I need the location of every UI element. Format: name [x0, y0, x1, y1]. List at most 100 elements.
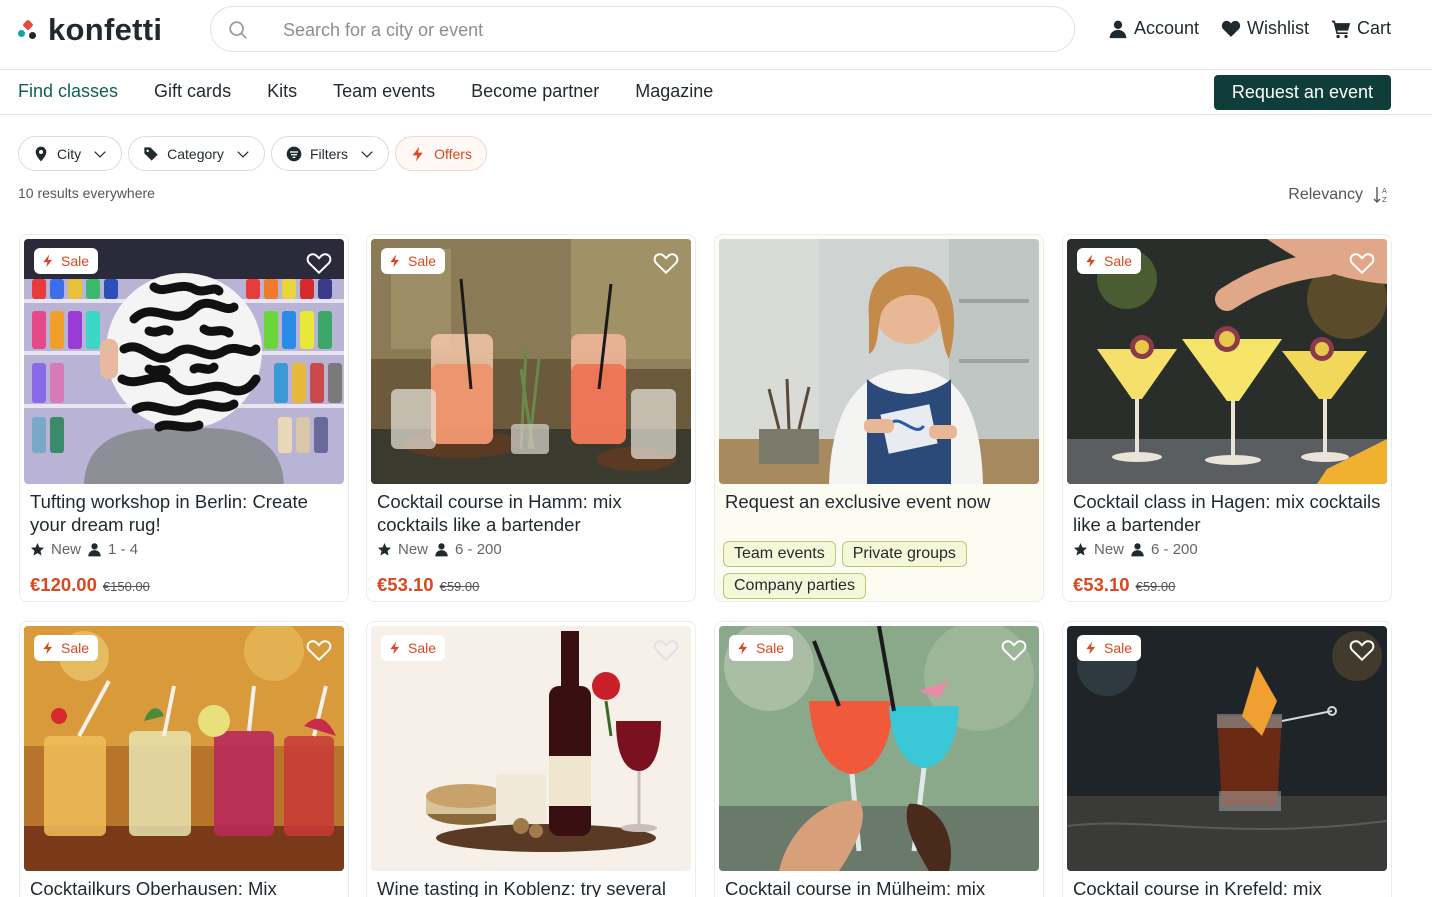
- logo-mark-icon: [18, 18, 40, 42]
- more-filters[interactable]: Filters: [270, 136, 390, 171]
- category-filter[interactable]: Category: [128, 136, 265, 171]
- nav-gift-cards[interactable]: Gift cards: [154, 81, 231, 102]
- nav-links: Find classes Gift cards Kits Team events…: [18, 81, 713, 102]
- search-input[interactable]: [283, 15, 1043, 45]
- tag-company-parties[interactable]: Company parties: [723, 573, 866, 599]
- wishlist-label: Wishlist: [1246, 18, 1309, 38]
- event-meta: New 6 - 200: [1073, 541, 1198, 558]
- lightning-icon: [43, 254, 53, 268]
- event-title: Cocktail course in Mülheim: mix: [725, 878, 986, 897]
- top-actions: Account Wishlist Cart: [1108, 18, 1391, 39]
- event-image: [719, 239, 1039, 484]
- request-event-button[interactable]: Request an event: [1213, 75, 1391, 110]
- event-title: Cocktail course in Krefeld: mix: [1073, 878, 1322, 897]
- favorite-heart-icon[interactable]: [1001, 638, 1027, 662]
- current-price: €120.00: [30, 574, 97, 595]
- sale-badge: Sale: [729, 635, 794, 661]
- cart-label: Cart: [1356, 18, 1391, 38]
- sale-badge-label: Sale: [1104, 253, 1133, 269]
- lightning-icon: [412, 146, 423, 161]
- new-label: New: [1094, 541, 1125, 558]
- sale-badge: Sale: [34, 635, 99, 661]
- request-title: Request an exclusive event now: [725, 491, 991, 512]
- group-size: 6 - 200: [1151, 541, 1198, 558]
- brand-logo[interactable]: konfetti: [18, 12, 162, 48]
- event-image: Sale: [719, 626, 1039, 871]
- sale-badge: Sale: [381, 248, 446, 274]
- original-price: €59.00: [439, 579, 480, 594]
- sale-badge: Sale: [1077, 248, 1142, 274]
- chevron-down-icon: [94, 150, 106, 158]
- lightning-icon: [1086, 254, 1096, 268]
- location-pin-icon: [35, 146, 47, 161]
- event-meta: New 6 - 200: [377, 541, 502, 558]
- main-nav: Find classes Gift cards Kits Team events…: [0, 70, 1432, 115]
- event-card[interactable]: Sale Cocktail class in Hagen: mix cockta…: [1062, 234, 1392, 602]
- event-card[interactable]: Sale Cocktail course in Krefeld: mix: [1062, 621, 1392, 897]
- sort-dropdown[interactable]: Relevancy AZ: [1288, 186, 1389, 204]
- current-price: €53.10: [377, 574, 434, 595]
- event-title: Cocktailkurs Oberhausen: Mix: [30, 878, 277, 897]
- star-icon: [377, 542, 392, 556]
- nav-become-partner[interactable]: Become partner: [471, 81, 599, 102]
- wishlist-button[interactable]: Wishlist: [1221, 18, 1309, 39]
- event-card[interactable]: Sale Wine tasting in Koblenz: try severa…: [366, 621, 696, 897]
- request-event-card[interactable]: Request an exclusive event now Team even…: [714, 234, 1044, 602]
- sale-badge-label: Sale: [408, 253, 437, 269]
- event-price: €120.00 €150.00: [30, 574, 150, 596]
- offers-filter[interactable]: Offers: [395, 136, 487, 171]
- city-filter[interactable]: City: [18, 136, 123, 171]
- nav-magazine[interactable]: Magazine: [635, 81, 713, 102]
- event-image: Sale: [1067, 239, 1387, 484]
- cart-button[interactable]: Cart: [1331, 18, 1391, 39]
- sale-badge: Sale: [34, 248, 99, 274]
- event-image: Sale: [24, 626, 344, 871]
- favorite-heart-icon[interactable]: [1349, 251, 1375, 275]
- new-label: New: [398, 541, 429, 558]
- favorite-heart-icon[interactable]: [306, 638, 332, 662]
- original-price: €150.00: [102, 579, 150, 594]
- brand-name: konfetti: [48, 12, 163, 47]
- filters-label: Filters: [309, 145, 349, 162]
- favorite-heart-icon[interactable]: [1349, 638, 1375, 662]
- lightning-icon: [390, 641, 400, 655]
- group-size: 6 - 200: [455, 541, 502, 558]
- event-card[interactable]: Sale Cocktail course in Mülheim: mix: [714, 621, 1044, 897]
- event-card[interactable]: Sale Cocktail course in Hamm: mix cockta…: [366, 234, 696, 602]
- event-card[interactable]: Sale Tufting workshop in Berlin: Create …: [19, 234, 349, 602]
- star-icon: [1073, 542, 1088, 556]
- sale-badge-label: Sale: [408, 640, 437, 656]
- search-icon: [229, 21, 247, 39]
- original-price: €59.00: [1135, 579, 1176, 594]
- group-size: 1 - 4: [108, 541, 139, 558]
- user-icon: [435, 543, 448, 557]
- tag-team-events[interactable]: Team events: [723, 541, 836, 567]
- new-label: New: [51, 541, 82, 558]
- lightning-icon: [43, 641, 53, 655]
- favorite-heart-icon[interactable]: [306, 251, 332, 275]
- event-image: Sale: [371, 626, 691, 871]
- city-filter-label: City: [57, 145, 82, 162]
- search-bar[interactable]: [210, 6, 1075, 52]
- user-icon: [1131, 543, 1144, 557]
- results-count: 10 results everywhere: [18, 185, 155, 201]
- event-card[interactable]: Sale Cocktailkurs Oberhausen: Mix: [19, 621, 349, 897]
- filter-icon: [286, 146, 302, 161]
- account-label: Account: [1133, 18, 1199, 38]
- nav-team-events[interactable]: Team events: [333, 81, 435, 102]
- sort-label: Relevancy: [1288, 186, 1363, 203]
- favorite-heart-icon[interactable]: [653, 251, 679, 275]
- sale-badge: Sale: [1077, 635, 1142, 661]
- favorite-heart-icon[interactable]: [653, 638, 679, 662]
- account-button[interactable]: Account: [1108, 18, 1199, 39]
- tag-private-groups[interactable]: Private groups: [841, 541, 967, 567]
- tag-icon: [144, 146, 158, 161]
- event-image: Sale: [371, 239, 691, 484]
- event-price: €53.10 €59.00: [377, 574, 479, 596]
- sale-badge-label: Sale: [756, 640, 785, 656]
- nav-kits[interactable]: Kits: [267, 81, 297, 102]
- chevron-down-icon: [361, 150, 373, 158]
- event-title: Wine tasting in Koblenz: try several: [377, 878, 666, 897]
- cart-icon: [1331, 20, 1351, 38]
- nav-find-classes[interactable]: Find classes: [18, 81, 118, 102]
